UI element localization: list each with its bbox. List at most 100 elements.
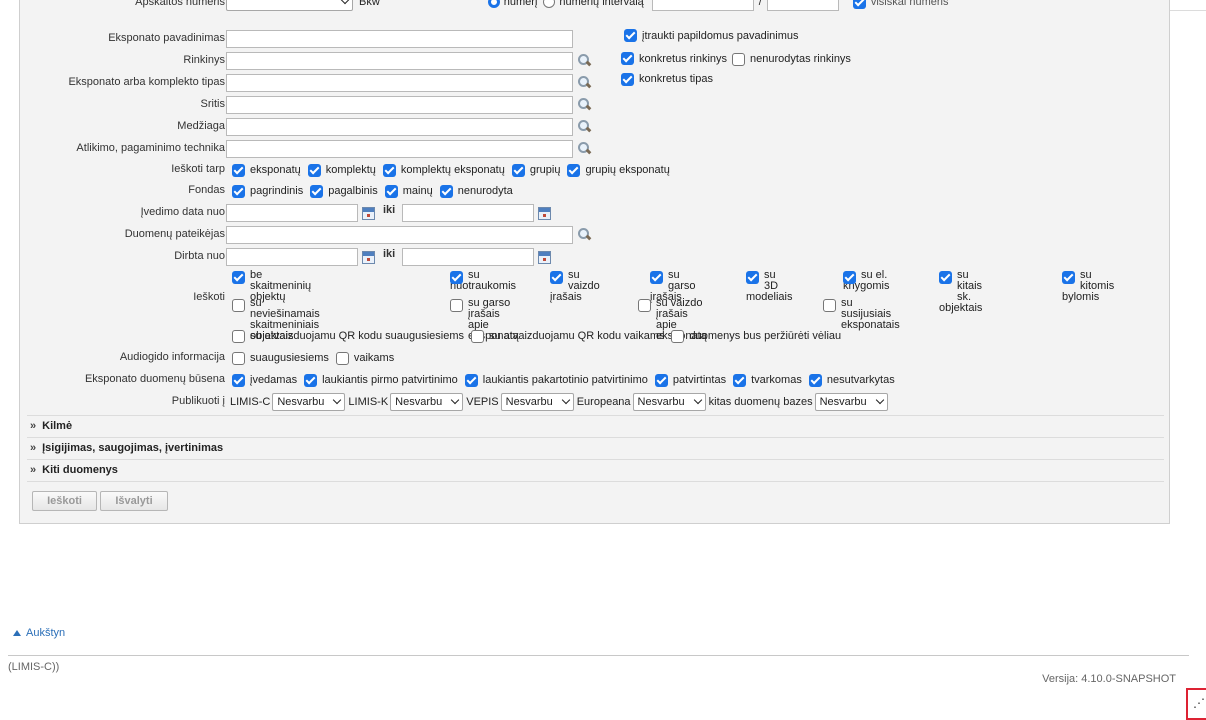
checkbox-with-ebooks[interactable] bbox=[843, 271, 856, 284]
back-to-top-label: Aukštyn bbox=[26, 627, 66, 639]
calendar-icon-entry-from[interactable] bbox=[362, 206, 375, 220]
label-fund: Fondas bbox=[188, 184, 225, 196]
publish-limis-c-select[interactable]: Nesvarbu bbox=[272, 393, 346, 411]
exhibit-type-input[interactable] bbox=[226, 74, 573, 92]
audio-kids-label: vaikams bbox=[353, 352, 395, 364]
checkbox-with-audio[interactable] bbox=[650, 271, 663, 284]
checkbox-exact-number[interactable] bbox=[852, 0, 866, 9]
checkbox-status-unmanaged[interactable] bbox=[808, 373, 822, 387]
interval-to-input[interactable] bbox=[766, 0, 839, 11]
checkbox-unpublished-digital[interactable] bbox=[232, 299, 245, 312]
checkbox-status-entering[interactable] bbox=[232, 373, 245, 387]
checkbox-status-approved[interactable] bbox=[654, 373, 668, 387]
checkbox-audio-about[interactable] bbox=[450, 299, 463, 312]
section-origin-title: Kilmė bbox=[42, 419, 73, 432]
field-search-icon[interactable] bbox=[576, 97, 592, 113]
status-awaiting-repeat-label: laukiantis pakartotinio patvirtinimo bbox=[482, 374, 648, 386]
checkbox-audio-adults[interactable] bbox=[232, 351, 245, 365]
checkbox-status-awaiting-first[interactable] bbox=[304, 373, 318, 387]
made-to-input[interactable] bbox=[402, 248, 535, 266]
publish-limis-k-select[interactable]: Nesvarbu bbox=[390, 393, 464, 411]
specific-type-label: konkretus tipas bbox=[639, 73, 713, 85]
fund-unspecified-label: nenurodyta bbox=[457, 185, 513, 197]
entry-date-from-input[interactable] bbox=[226, 204, 358, 222]
specific-collection-label: konkretus rinkinys bbox=[639, 52, 728, 65]
checkbox-with-photos[interactable] bbox=[450, 271, 463, 284]
checkbox-no-digital[interactable] bbox=[232, 271, 245, 284]
section-acquisition[interactable]: » Įsigijimas, saugojimas, įvertinimas bbox=[27, 437, 1164, 457]
checkbox-exhibits[interactable] bbox=[232, 163, 245, 177]
row-search-among: Ieškoti tarp eksponatų komplektų komplek… bbox=[20, 160, 1171, 180]
interval-from-input[interactable] bbox=[651, 0, 754, 11]
checkbox-sets[interactable] bbox=[307, 163, 321, 177]
checkbox-fund-exchange[interactable] bbox=[384, 184, 398, 198]
checkbox-with-3d[interactable] bbox=[746, 271, 759, 284]
checkbox-with-video[interactable] bbox=[550, 271, 563, 284]
section-acquisition-title: Įsigijimas, saugojimas, įvertinimas bbox=[42, 441, 224, 454]
with-3d-label: su 3D modeliais bbox=[746, 269, 793, 303]
entry-date-to-label: iki bbox=[383, 204, 396, 216]
checkbox-fund-main[interactable] bbox=[232, 184, 245, 198]
data-provider-search-icon[interactable] bbox=[576, 227, 592, 243]
radio-single-number[interactable] bbox=[487, 0, 500, 8]
resize-handle-icon[interactable] bbox=[1186, 688, 1206, 720]
checkbox-status-awaiting-repeat[interactable] bbox=[464, 373, 478, 387]
footer-divider bbox=[8, 655, 1189, 656]
technique-input[interactable] bbox=[226, 140, 573, 158]
checkbox-specific-type[interactable] bbox=[621, 72, 634, 86]
checkbox-status-managing[interactable] bbox=[733, 373, 747, 387]
groups-label: grupių bbox=[529, 164, 561, 176]
checkbox-qr-adults[interactable] bbox=[232, 329, 245, 343]
checkbox-group-exhibits[interactable] bbox=[567, 163, 581, 177]
exhibit-type-search-icon[interactable] bbox=[576, 75, 592, 91]
material-search-icon[interactable] bbox=[576, 119, 592, 135]
checkbox-video-about[interactable] bbox=[638, 299, 651, 312]
checkbox-related-exhibits[interactable] bbox=[823, 299, 836, 312]
inventory-select-value: Bkw bbox=[359, 0, 380, 8]
calendar-icon-made-to[interactable] bbox=[538, 250, 552, 264]
checkbox-set-exhibits[interactable] bbox=[382, 163, 396, 177]
radio-number-interval[interactable] bbox=[543, 0, 556, 8]
publish-europeana-select[interactable]: Nesvarbu bbox=[632, 393, 706, 411]
checkbox-specific-collection[interactable] bbox=[621, 52, 634, 65]
exhibit-name-input[interactable] bbox=[226, 30, 573, 48]
section-origin[interactable]: » Kilmė bbox=[27, 415, 1164, 435]
collection-search-icon[interactable] bbox=[576, 53, 592, 69]
checkbox-qr-kids[interactable] bbox=[471, 329, 485, 343]
qr-kids-label: su atvaizduojamu QR kodu vaikams bbox=[489, 330, 665, 342]
technique-search-icon[interactable] bbox=[576, 141, 592, 157]
collection-input[interactable] bbox=[226, 52, 573, 70]
checkbox-fund-auxiliary[interactable] bbox=[310, 184, 324, 198]
made-from-input[interactable] bbox=[226, 248, 358, 266]
checkbox-with-other-digital[interactable] bbox=[939, 271, 952, 284]
checkbox-include-extra-names[interactable] bbox=[624, 29, 637, 42]
back-to-top-link[interactable]: Aukštyn bbox=[13, 627, 65, 639]
row-data-provider: Duomenų pateikėjas bbox=[20, 225, 1171, 245]
calendar-icon-entry-to[interactable] bbox=[538, 206, 552, 220]
checkbox-audio-kids[interactable] bbox=[335, 351, 349, 365]
checkbox-fund-unspecified[interactable] bbox=[439, 184, 453, 198]
row-material: Medžiaga bbox=[20, 117, 1171, 137]
calendar-icon-made-from[interactable] bbox=[362, 250, 375, 264]
checkbox-groups[interactable] bbox=[511, 163, 525, 177]
field-input[interactable] bbox=[226, 96, 573, 114]
top-divider bbox=[1170, 10, 1206, 11]
section-other-data[interactable]: » Kiti duomenys bbox=[27, 459, 1164, 479]
checkbox-review-later[interactable] bbox=[671, 329, 685, 343]
radio-single-number-label: numerį bbox=[503, 0, 538, 8]
inventory-prefix-select[interactable] bbox=[226, 0, 353, 11]
unspecified-collection-label: nenurodytas rinkinys bbox=[750, 53, 851, 65]
row-made-date: Dirbta nuo iki bbox=[20, 247, 1171, 267]
data-provider-input[interactable] bbox=[226, 226, 573, 244]
label-audioguide: Audiogido informacija bbox=[119, 351, 225, 363]
material-input[interactable] bbox=[226, 118, 573, 136]
entry-date-to-input[interactable] bbox=[402, 204, 535, 222]
label-status: Eksponato duomenų būsena bbox=[84, 373, 225, 385]
clear-button[interactable]: Išvalyti bbox=[100, 491, 168, 511]
publish-other-db-select[interactable]: Nesvarbu bbox=[814, 393, 888, 411]
footer-version: Versija: 4.10.0-SNAPSHOT bbox=[1042, 673, 1176, 685]
checkbox-unspecified-collection[interactable] bbox=[732, 52, 746, 66]
publish-vepis-select[interactable]: Nesvarbu bbox=[500, 393, 574, 411]
search-button[interactable]: Ieškoti bbox=[32, 491, 97, 511]
checkbox-with-other-files[interactable] bbox=[1062, 271, 1075, 284]
